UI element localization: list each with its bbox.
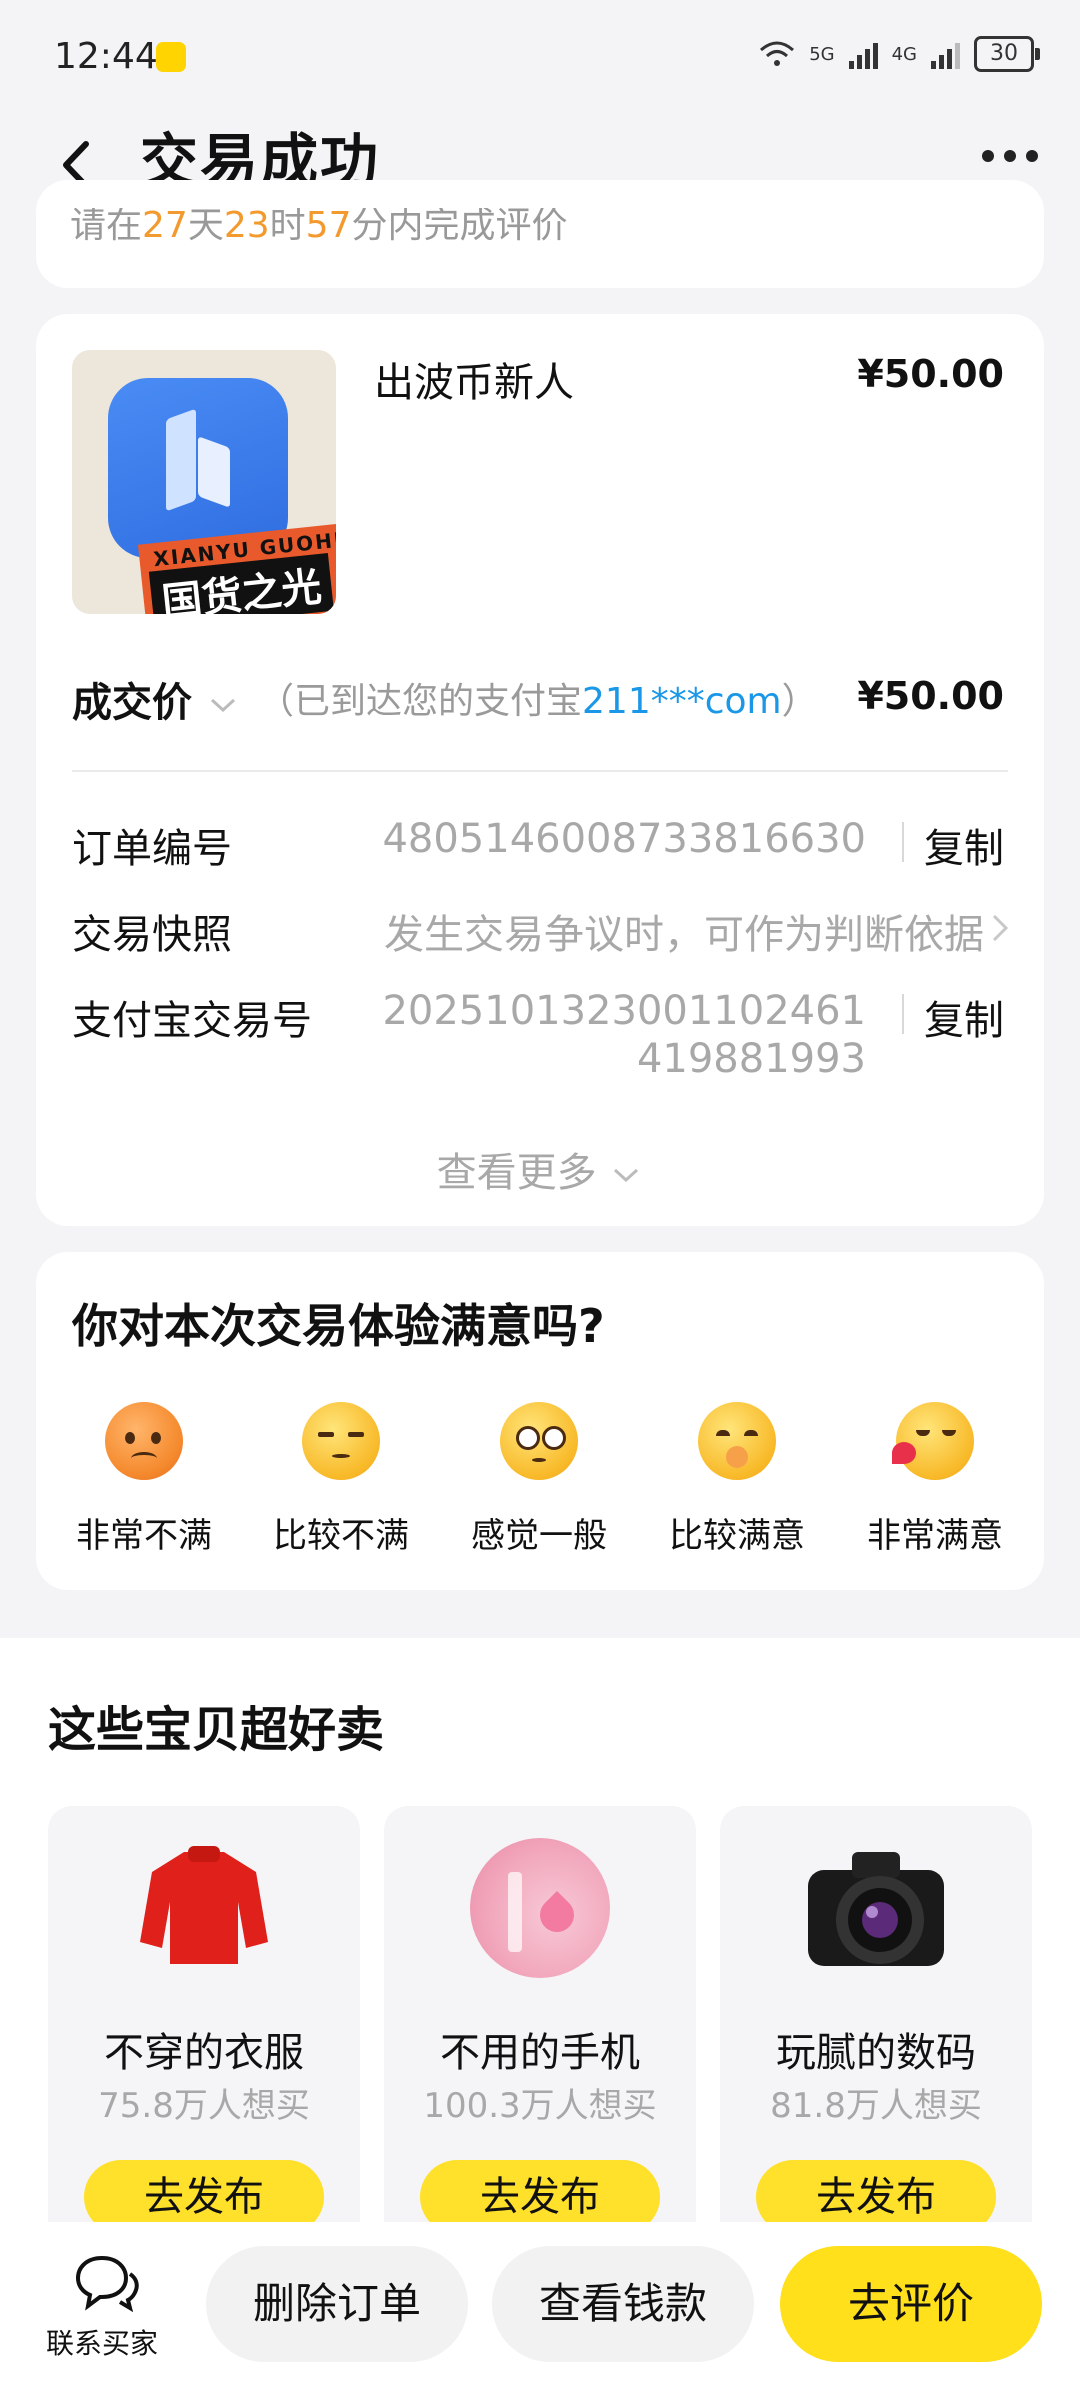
view-funds-button[interactable]: 查看钱款 — [492, 2246, 754, 2362]
rating-label: 比较不满 — [273, 1516, 409, 1556]
recommend-name: 不穿的衣服 — [104, 2030, 304, 2076]
status-bar: 12:44 5G 4G 30 — [0, 0, 1080, 110]
snapshot-value[interactable]: 发生交易争议时，可作为判断依据 — [384, 902, 984, 960]
unamused-face-icon — [302, 1402, 380, 1480]
product-name[interactable]: 出波币新人 — [374, 350, 574, 408]
signal-bars-icon — [931, 39, 960, 69]
product-thumbnail[interactable]: XIANYU GUOHUO 国货之光 — [72, 350, 336, 614]
see-more-button[interactable]: 查看更多 — [0, 1140, 1080, 1198]
separator — [902, 822, 904, 862]
delete-order-button[interactable]: 删除订单 — [206, 2246, 468, 2362]
rating-very-satisfied[interactable] — [892, 1402, 974, 1480]
copy-alipay-number-button[interactable]: 复制 — [924, 988, 1004, 1046]
more-options-icon[interactable] — [982, 150, 1038, 162]
battery-icon: 30 — [974, 36, 1040, 72]
neutral-face-icon — [500, 1402, 578, 1480]
alipay-trade-value-line2: 419881993 — [636, 1036, 866, 1082]
rating-unsatisfied[interactable] — [302, 1402, 380, 1480]
payout-note: （已到达您的支付宝211***com） — [258, 681, 818, 722]
alipay-trade-value-line1: 2025101323001102461 — [382, 988, 866, 1034]
camera-icon — [808, 1852, 944, 1966]
recommend-count: 81.8万人想买 — [770, 2086, 982, 2126]
rating-satisfied[interactable] — [698, 1402, 776, 1480]
chat-bubble-icon[interactable] — [72, 2252, 142, 2312]
rating-label: 感觉一般 — [471, 1516, 607, 1556]
network-5g-label: 5G — [809, 43, 835, 65]
product-price: ¥50.00 — [857, 352, 1004, 396]
rating-label: 非常不满 — [76, 1516, 212, 1556]
rating-label: 非常满意 — [867, 1516, 1003, 1556]
recommend-count: 100.3万人想买 — [423, 2086, 657, 2126]
alipay-trade-label: 支付宝交易号 — [72, 998, 312, 1044]
status-time: 12:44 — [54, 36, 158, 77]
order-number-value: 4805146008733816630 — [382, 816, 866, 862]
recommend-name: 不用的手机 — [440, 2030, 640, 2076]
chevron-down-icon — [614, 1168, 639, 1183]
recommend-name: 玩腻的数码 — [776, 2030, 976, 2076]
rating-very-unsatisfied[interactable] — [105, 1402, 183, 1480]
separator — [902, 994, 904, 1034]
recommend-count: 75.8万人想买 — [98, 2086, 310, 2126]
recommend-card[interactable]: 玩腻的数码 81.8万人想买 去发布 — [720, 1806, 1032, 2246]
snapshot-label: 交易快照 — [72, 912, 232, 958]
sweater-icon — [140, 1846, 268, 1964]
chevron-right-icon[interactable] — [988, 908, 1012, 948]
blushing-face-icon — [698, 1402, 776, 1480]
rating-neutral[interactable] — [500, 1402, 578, 1480]
recommend-card[interactable]: 不用的手机 100.3万人想买 去发布 — [384, 1806, 696, 2246]
signal-bars-icon — [848, 39, 878, 69]
deal-price-label[interactable]: 成交价 — [72, 670, 240, 728]
recommend-card[interactable]: 不穿的衣服 75.8万人想买 去发布 — [48, 1806, 360, 2246]
alipay-account: 211***com — [582, 681, 782, 722]
deal-price: ¥50.00 — [857, 674, 1004, 718]
app-badge-icon — [156, 42, 186, 72]
network-4g-label: 4G — [891, 43, 917, 65]
chevron-down-icon — [210, 698, 235, 713]
satisfaction-question: 你对本次交易体验满意吗? — [72, 1299, 605, 1353]
wifi-icon — [760, 41, 795, 66]
phone-icon — [470, 1838, 610, 1978]
contact-buyer-label[interactable]: 联系买家 — [46, 2322, 158, 2362]
order-number-label: 订单编号 — [72, 826, 232, 872]
rating-label: 比较满意 — [669, 1516, 805, 1556]
recommend-title: 这些宝贝超好卖 — [48, 1702, 385, 1758]
copy-order-number-button[interactable]: 复制 — [924, 816, 1004, 874]
angry-face-icon — [105, 1402, 183, 1480]
kissing-face-icon — [892, 1402, 974, 1480]
status-indicators: 5G 4G 30 — [759, 36, 1040, 72]
review-button[interactable]: 去评价 — [780, 2246, 1042, 2362]
divider — [72, 770, 1008, 772]
